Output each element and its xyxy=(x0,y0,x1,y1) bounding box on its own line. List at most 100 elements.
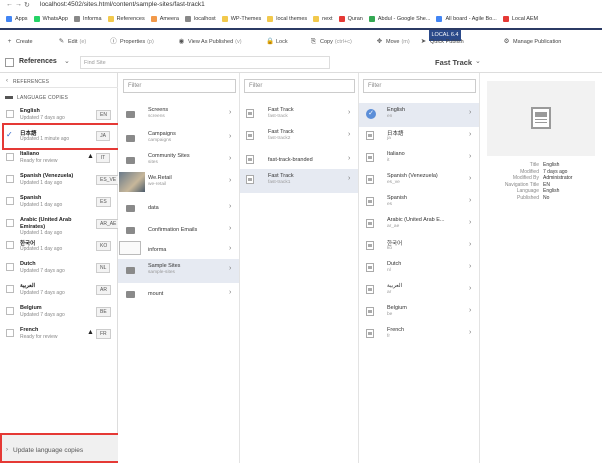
chevron-right-icon[interactable]: › xyxy=(469,307,471,314)
chevron-right-icon[interactable]: › xyxy=(229,225,231,232)
column-item[interactable]: Spanish (Venezuela) es_ve › xyxy=(359,169,479,193)
language-copy-item[interactable]: Spanish (Venezuela) Updated 1 day ago ES_V… xyxy=(0,170,121,191)
chevron-right-icon[interactable]: › xyxy=(348,131,350,138)
chevron-right-icon[interactable]: › xyxy=(469,197,471,204)
bookmark-item[interactable]: Quran xyxy=(338,16,363,22)
rail-selector[interactable]: References xyxy=(19,58,57,65)
select-checkbox[interactable] xyxy=(6,241,14,249)
column-item[interactable]: Sample Sites sample-sites › xyxy=(118,259,239,283)
chevron-right-icon[interactable]: › xyxy=(469,219,471,226)
column-item[interactable]: data › xyxy=(118,197,239,221)
chevron-right-icon[interactable]: › xyxy=(229,109,231,116)
bookmark-item[interactable]: localhost xyxy=(184,16,216,22)
chevron-right-icon[interactable]: › xyxy=(229,203,231,210)
bookmark-item[interactable]: Ameera xyxy=(150,16,179,22)
chevron-right-icon[interactable]: › xyxy=(469,153,471,160)
references-back[interactable]: REFERENCES xyxy=(13,79,49,85)
action-createbutton[interactable]: + Create xyxy=(6,38,35,45)
column-item[interactable]: Fast Track fast-track2 › xyxy=(240,125,358,149)
action-lockbutton[interactable]: 🔒 Lock xyxy=(266,38,290,45)
column-item[interactable]: 日本語 ja › xyxy=(359,125,479,149)
bookmark-item[interactable]: Abdul - Google She... xyxy=(368,16,430,22)
column-item[interactable]: French fr › xyxy=(359,323,479,347)
language-copy-item[interactable]: العربية Updated 7 days ago AR xyxy=(0,280,118,301)
select-checkbox[interactable] xyxy=(6,153,14,161)
select-checkbox[interactable] xyxy=(6,197,14,205)
chevron-right-icon[interactable]: › xyxy=(469,241,471,248)
chevron-right-icon[interactable]: › xyxy=(348,155,350,162)
column-item[interactable]: Screens screens › xyxy=(118,103,239,127)
language-copy-item[interactable]: Dutch Updated 7 days ago NL xyxy=(0,258,118,279)
back-arrow-icon[interactable]: ← xyxy=(6,1,13,8)
action-copybutton[interactable]: ⎘ Copy (ctrl+c) xyxy=(310,38,352,45)
bookmark-item[interactable]: WP-Themes xyxy=(221,16,261,22)
column-item[interactable]: العربية ar › xyxy=(359,279,479,303)
bookmark-item[interactable]: Local AEM xyxy=(502,16,538,22)
select-checkbox[interactable] xyxy=(6,285,14,293)
bookmark-item[interactable]: Apps xyxy=(6,16,28,22)
select-checkbox[interactable] xyxy=(6,329,14,337)
column-item[interactable]: Arabic (United Arab E... ar_ae › xyxy=(359,213,479,237)
chevron-right-icon[interactable]: › xyxy=(469,285,471,292)
chevron-right-icon[interactable]: › xyxy=(469,131,471,138)
action-movebutton[interactable]: ✥ Move (m) xyxy=(376,38,410,45)
chevron-right-icon[interactable]: › xyxy=(469,263,471,270)
language-copy-item[interactable]: 한국어 Updated 1 day ago KO xyxy=(0,236,118,257)
select-checkbox[interactable] xyxy=(6,110,14,118)
column-item[interactable]: ✓ English en › xyxy=(359,103,479,127)
chevron-right-icon[interactable]: › xyxy=(229,177,231,184)
reload-icon[interactable]: ↻ xyxy=(24,1,30,9)
title-chevron-icon[interactable]: ⌄ xyxy=(475,57,481,65)
chevron-right-icon[interactable]: › xyxy=(469,175,471,182)
language-copy-item[interactable]: Spanish Updated 1 day ago ES xyxy=(0,192,118,213)
url-field[interactable]: localhost:4502/sites.html/content/sample… xyxy=(40,1,205,8)
column-item[interactable]: Community Sites sites › xyxy=(118,149,239,173)
chevron-right-icon[interactable]: › xyxy=(348,175,350,182)
column-item[interactable]: Fast Track fast-track › xyxy=(240,103,358,127)
bookmark-item[interactable]: local themes xyxy=(267,16,307,22)
filter-input[interactable]: Filter xyxy=(123,79,236,93)
chevron-right-icon[interactable]: › xyxy=(229,133,231,140)
action-propertiesbutton[interactable]: ⓘ Properties (p) xyxy=(110,38,154,45)
chevron-right-icon[interactable]: › xyxy=(229,289,231,296)
column-item[interactable]: Belgium be › xyxy=(359,301,479,325)
column-item[interactable]: Campaigns campaigns › xyxy=(118,127,239,151)
column-item[interactable]: Fast Track fast-track1 › xyxy=(240,169,358,193)
action-view-as-publishedbutton[interactable]: ◉ View As Published (v) xyxy=(178,38,242,45)
action-editbutton[interactable]: ✎ Edit (e) xyxy=(58,38,86,45)
select-checkbox[interactable] xyxy=(6,307,14,315)
bookmark-item[interactable]: References xyxy=(107,16,145,22)
chevron-right-icon[interactable]: › xyxy=(469,109,471,116)
action-manage-publicationbutton[interactable]: ⚙ Manage Publication xyxy=(503,38,563,45)
column-item[interactable]: Spanish es › xyxy=(359,191,479,215)
language-copy-item[interactable]: Arabic (United Arab Emirates) Updated 1 d… xyxy=(0,214,121,238)
column-item[interactable]: Italiano it › xyxy=(359,147,479,171)
language-copy-item[interactable]: French Ready for review FR ▲ xyxy=(0,324,118,345)
forward-arrow-icon[interactable]: → xyxy=(15,1,22,8)
search-input[interactable]: Find Site xyxy=(80,56,330,69)
chevron-down-icon[interactable]: ⌄ xyxy=(64,57,70,65)
column-item[interactable]: 한국어 ko › xyxy=(359,235,479,259)
bookmark-item[interactable]: next xyxy=(313,16,333,22)
language-copy-item[interactable]: Italiano Ready for review IT ▲ xyxy=(0,148,118,169)
bookmark-item[interactable]: All board - Agile Bo... xyxy=(436,16,497,22)
chevron-right-icon[interactable]: › xyxy=(348,109,350,116)
rail-toggle-icon[interactable] xyxy=(5,58,14,67)
chevron-right-icon[interactable]: › xyxy=(229,245,231,252)
select-checkbox[interactable] xyxy=(6,219,14,227)
chevron-right-icon[interactable]: › xyxy=(469,329,471,336)
language-copy-item[interactable]: Belgium Updated 7 days ago BE xyxy=(0,302,118,323)
column-item[interactable]: We.Retail we-retail › xyxy=(118,171,239,195)
column-item[interactable]: Dutch nl › xyxy=(359,257,479,281)
collapse-icon[interactable] xyxy=(5,96,13,99)
column-item[interactable]: mount › xyxy=(118,283,239,307)
select-checkbox[interactable] xyxy=(6,263,14,271)
chevron-right-icon[interactable]: › xyxy=(229,155,231,162)
page-title[interactable]: Fast Track xyxy=(435,58,472,67)
bookmark-item[interactable]: Informa xyxy=(73,16,102,22)
back-chevron-icon[interactable]: ‹ xyxy=(6,78,8,84)
filter-input[interactable]: Filter xyxy=(244,79,355,93)
chevron-right-icon[interactable]: › xyxy=(229,265,231,272)
filter-input[interactable]: Filter xyxy=(363,79,476,93)
action-quick-publishbutton[interactable]: ➤ Quick Publish xyxy=(420,38,466,45)
